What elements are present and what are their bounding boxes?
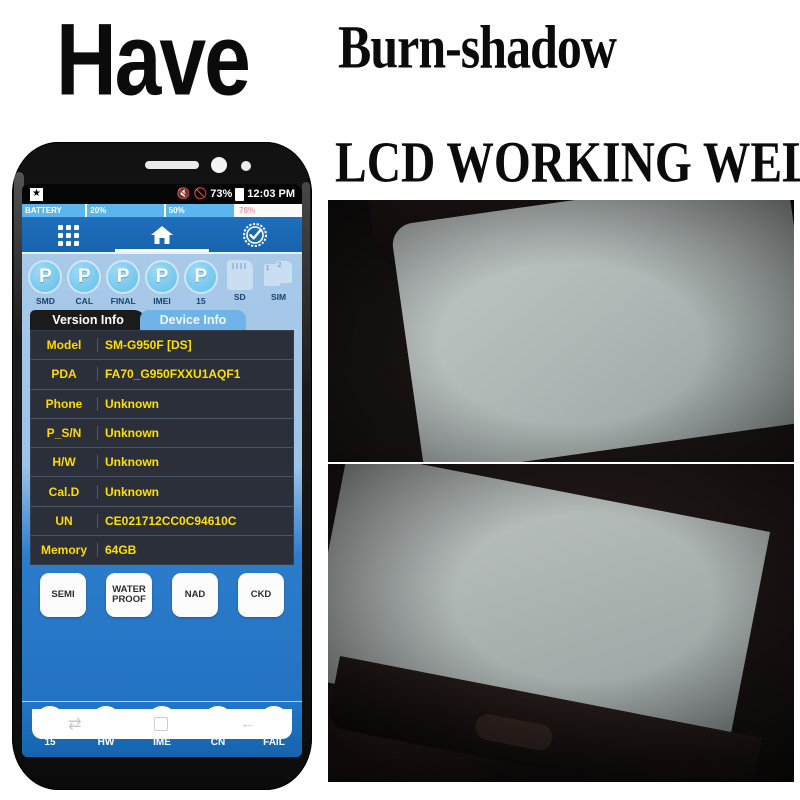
status-item-label: SIM <box>271 292 287 302</box>
android-status-bar: ★ 🔇 🚫 73% 12:03 PM <box>22 184 302 204</box>
status-item-label: CAL <box>75 296 94 306</box>
headline-have: Have <box>56 1 251 117</box>
info-tab-bar: Version Info Device Info <box>30 310 294 330</box>
row-key: P_S/N <box>31 426 98 441</box>
row-value: Unknown <box>105 426 159 441</box>
status-item-imei[interactable]: P IMEI <box>143 260 182 306</box>
status-item-15[interactable]: P 15 <box>181 260 220 306</box>
proximity-sensor-icon <box>241 161 251 171</box>
table-row: PDA FA70_G950FXXU1AQF1 <box>31 360 293 390</box>
headline-lcd-working-well: LCD WORKING WELL <box>335 130 800 195</box>
row-value: FA70_G950FXXU1AQF1 <box>105 367 241 382</box>
star-badge-icon: ★ <box>30 187 43 201</box>
table-row: H/W Unknown <box>31 448 293 478</box>
status-item-smd[interactable]: P SMD <box>26 260 65 306</box>
status-item-sim[interactable]: 1 2 SIM <box>259 260 298 306</box>
battery-segment-battery: BATTERY <box>22 204 88 217</box>
phone-display-photo-bottom <box>328 464 794 782</box>
battery-percent-label: 73% <box>210 188 233 200</box>
table-row: Memory 64GB <box>31 536 293 564</box>
table-row: Phone Unknown <box>31 390 293 419</box>
check-badge-icon <box>243 223 268 247</box>
app-content-area: P SMD P CAL P FINAL P IMEI P 15 SD 1 2 S… <box>22 254 302 757</box>
battery-segment-78: 78% <box>236 204 302 217</box>
pass-circle-icon: P <box>67 260 102 294</box>
battery-segment-20: 20% <box>87 204 166 217</box>
pass-circle-icon: P <box>145 260 179 294</box>
battery-icon <box>235 187 245 201</box>
home-square-icon[interactable] <box>153 717 168 731</box>
table-row: Cal.D Unknown <box>31 477 293 507</box>
row-key: PDA <box>31 367 98 382</box>
grid-icon <box>58 224 80 246</box>
sd-card-icon <box>226 260 253 290</box>
back-icon[interactable]: ← <box>240 715 256 733</box>
water-proof-button-line2: PROOF <box>112 594 146 606</box>
row-value: Unknown <box>105 396 159 411</box>
row-key: Memory <box>31 543 98 558</box>
ckd-button[interactable]: CKD <box>238 573 284 618</box>
row-key: UN <box>31 513 98 528</box>
phone-screen: ★ 🔇 🚫 73% 12:03 PM BATTERY 20% 50% 78% P… <box>22 184 302 757</box>
nad-button[interactable]: NAD <box>172 573 218 618</box>
status-item-label: SD <box>233 292 246 302</box>
earpiece-speaker <box>145 161 199 169</box>
phone-edge-glare-right <box>302 182 310 392</box>
home-icon <box>150 226 173 244</box>
nav-button-home[interactable] <box>115 218 208 252</box>
status-bar-right-cluster: 🔇 🚫 73% 12:03 PM <box>176 187 295 201</box>
status-item-final[interactable]: P FINAL <box>104 260 143 306</box>
photo-bottom-vignette <box>328 464 794 782</box>
phone-device: ★ 🔇 🚫 73% 12:03 PM BATTERY 20% 50% 78% P… <box>12 142 312 790</box>
sim-card-icon: 1 2 <box>263 260 294 290</box>
row-value: SM-G950F [DS] <box>105 338 192 353</box>
app-top-navigation <box>22 218 302 254</box>
nav-active-underline <box>115 249 209 252</box>
android-navigation-bar: ⇄ ← <box>32 709 292 739</box>
recents-icon[interactable]: ⇄ <box>68 714 81 734</box>
table-row: UN CE021712CC0C94610C <box>31 507 293 537</box>
row-value: 64GB <box>105 543 137 558</box>
battery-progress-strip: BATTERY 20% 50% 78% <box>22 204 302 218</box>
phone-display-photo-top <box>328 200 794 462</box>
status-item-label: SMD <box>35 296 55 306</box>
pass-circle-icon: P <box>183 260 218 294</box>
row-value: Unknown <box>105 455 159 470</box>
tab-version-info[interactable]: Version Info <box>30 310 147 330</box>
status-item-sd[interactable]: SD <box>220 260 259 306</box>
nad-button-label: NAD <box>184 589 206 601</box>
mute-icon: 🔇 <box>176 187 191 200</box>
status-indicator-row: P SMD P CAL P FINAL P IMEI P 15 SD 1 2 S… <box>22 254 302 308</box>
pass-circle-icon: P <box>28 260 63 294</box>
row-value: Unknown <box>105 484 159 499</box>
battery-segment-50: 50% <box>165 204 237 217</box>
photo-top-vignette <box>328 200 794 462</box>
ckd-button-label: CKD <box>250 589 272 601</box>
version-info-table: Model SM-G950F [DS] PDA FA70_G950FXXU1AQ… <box>30 330 294 566</box>
poster-canvas: Have Burn-shadow LCD WORKING WELL ★ 🔇 🚫 <box>0 0 800 800</box>
do-not-disturb-icon: 🚫 <box>193 187 208 200</box>
row-value: CE021712CC0C94610C <box>105 513 237 528</box>
action-button-row: SEMI WATER PROOF NAD CKD <box>40 573 284 618</box>
row-key: Model <box>31 338 98 353</box>
water-proof-button[interactable]: WATER PROOF <box>106 573 152 618</box>
status-item-cal[interactable]: P CAL <box>65 260 104 306</box>
tab-device-info[interactable]: Device Info <box>140 310 246 330</box>
semi-button-label: SEMI <box>51 589 75 601</box>
status-item-label: 15 <box>196 296 206 306</box>
table-row: P_S/N Unknown <box>31 419 293 449</box>
row-key: Phone <box>31 396 98 411</box>
front-camera-icon <box>211 157 227 173</box>
pass-circle-icon: P <box>106 260 141 294</box>
nav-button-grid[interactable] <box>22 218 115 252</box>
row-key: Cal.D <box>31 484 98 499</box>
table-row: Model SM-G950F [DS] <box>31 331 293 361</box>
nav-button-verify[interactable] <box>209 218 302 252</box>
row-key: H/W <box>31 455 98 470</box>
headline-burn-shadow: Burn-shadow <box>338 14 617 82</box>
clock-label: 12:03 PM <box>247 188 295 200</box>
status-item-label: IMEI <box>153 296 171 306</box>
semi-button[interactable]: SEMI <box>40 573 86 618</box>
status-item-label: FINAL <box>110 296 136 306</box>
